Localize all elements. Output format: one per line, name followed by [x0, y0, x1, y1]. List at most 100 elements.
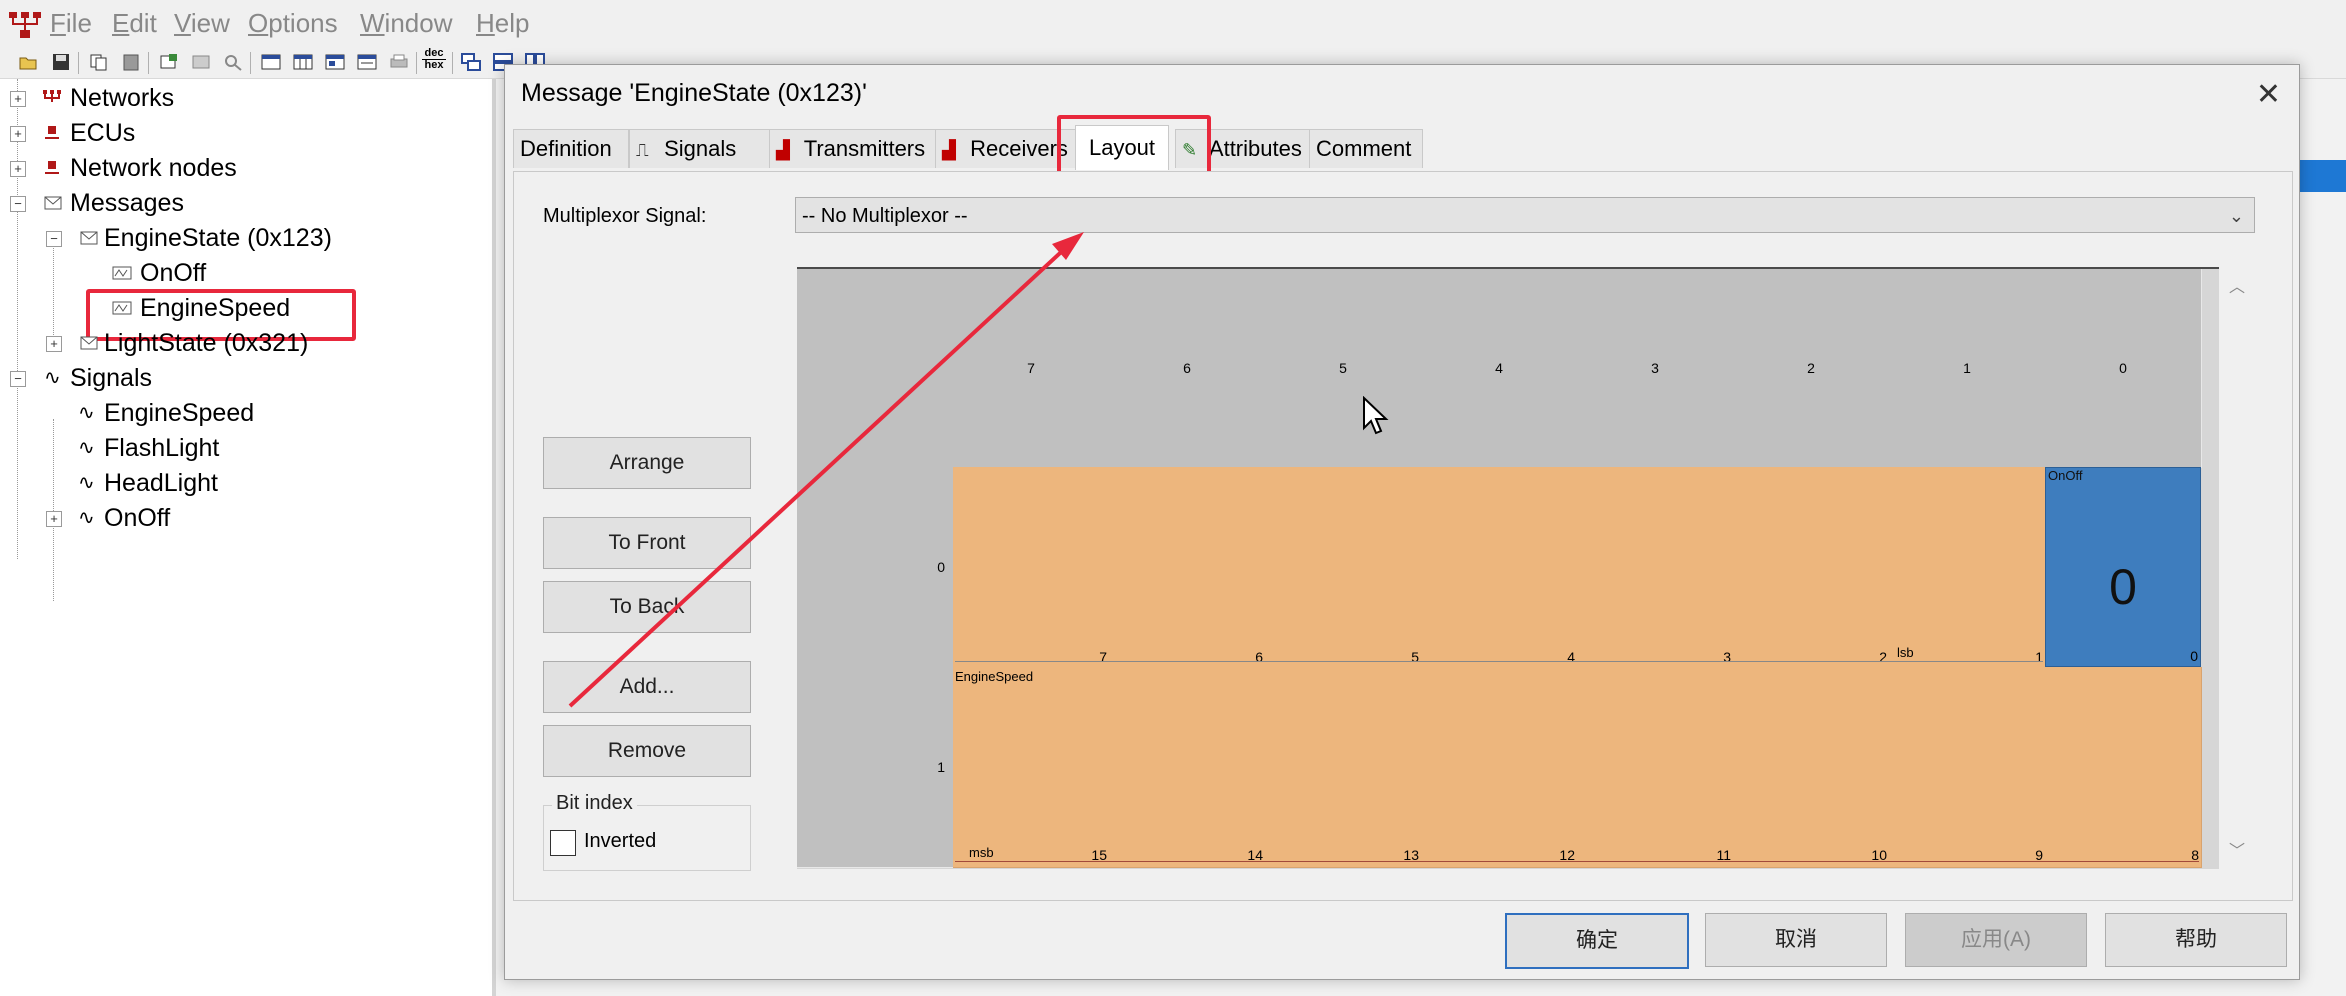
grid-cell[interactable]: 5 [1265, 467, 1422, 668]
open-icon[interactable] [18, 52, 40, 72]
message-dialog: Message 'EngineState (0x123)' ✕ Definiti… [504, 64, 2300, 980]
transmitter-icon: ▟ [776, 140, 790, 160]
signals-tab-icon: ⎍ [636, 140, 649, 160]
multiplexor-select[interactable]: -- No Multiplexor -- ⌄ [795, 197, 2255, 233]
tree-label: HeadLight [104, 469, 218, 497]
onoff-signal-block[interactable]: OnOff 0 0 [2045, 467, 2201, 667]
grid-cell[interactable]: 3 [1577, 467, 1734, 668]
remove-button[interactable]: Remove [543, 725, 751, 777]
col-header: 7 [953, 269, 1110, 468]
col-header: 1 [1889, 269, 2046, 468]
chevron-down-icon[interactable]: ﹀ [2229, 837, 2245, 861]
signal-in-message-icon [112, 301, 132, 315]
bit-index-title: Bit index [552, 792, 637, 815]
arrange-button[interactable]: Arrange [543, 437, 751, 489]
ok-button[interactable]: 确定 [1505, 913, 1689, 969]
inverted-checkbox[interactable] [550, 830, 576, 856]
mouse-cursor-icon [1363, 396, 1389, 435]
expand-icon[interactable]: + [46, 511, 62, 527]
tab-signals[interactable]: ⎍ Signals [629, 129, 785, 168]
grid-cell[interactable]: 11 [1577, 667, 1734, 868]
tab-definition[interactable]: Definition [513, 129, 629, 168]
tree-label: Networks [70, 84, 175, 112]
enginespeed-signal-label: EngineSpeed [955, 669, 1034, 684]
grid-cell[interactable]: 14 [1109, 667, 1266, 868]
add-button[interactable]: Add... [543, 661, 751, 713]
tree-label: Network nodes [70, 154, 237, 182]
multiplexor-label: Multiplexor Signal: [543, 205, 707, 227]
col-header: 3 [1577, 269, 1734, 468]
tab-comment[interactable]: Comment [1309, 129, 1423, 168]
network-node-icon [45, 161, 59, 174]
signal-in-message-icon [112, 266, 132, 280]
menu-file[interactable]: File [50, 8, 92, 39]
tree-label: FlashLight [104, 434, 220, 462]
row-header: 1 [797, 667, 954, 868]
menu-options[interactable]: Options [248, 8, 338, 39]
dec-hex-icon[interactable]: dec hex [422, 48, 446, 71]
window-icon[interactable] [324, 52, 346, 72]
grid-cell[interactable]: 6 [1109, 467, 1266, 668]
copy-icon[interactable] [88, 52, 110, 72]
tree-label: OnOff [140, 259, 207, 287]
table-icon[interactable] [260, 52, 282, 72]
bit-index-group: Bit index Inverted [543, 792, 751, 871]
grid-cell[interactable]: 7 [953, 467, 1110, 668]
message-icon [44, 196, 62, 210]
grid-cell[interactable]: 15 [953, 667, 1110, 868]
signal-wave-icon: ∿ [78, 507, 95, 529]
grid-cell[interactable]: 8 [2045, 667, 2202, 868]
col-header: 4 [1421, 269, 1578, 468]
enginespeed-span-line [955, 861, 2199, 862]
menu-window[interactable]: Window [360, 8, 452, 39]
apply-button[interactable]: 应用(A) [1905, 913, 2087, 967]
properties-icon[interactable] [158, 52, 180, 72]
to-front-button[interactable]: To Front [543, 517, 751, 569]
expand-icon[interactable]: + [10, 126, 26, 142]
menu-help[interactable]: Help [476, 8, 529, 39]
paste-icon[interactable] [120, 52, 142, 72]
expand-icon[interactable]: + [46, 336, 62, 352]
window-alt-icon[interactable] [356, 52, 378, 72]
enginespeed-span-line [955, 661, 2043, 662]
chevron-down-icon: ⌄ [2228, 206, 2244, 226]
grid-scrollbar[interactable]: ︿ ﹀ [2221, 269, 2251, 865]
grid-cell[interactable]: 1 [1889, 467, 2046, 668]
tree-label: Messages [70, 189, 184, 217]
save-icon[interactable] [50, 52, 72, 72]
tree-label: EngineState (0x123) [104, 224, 332, 252]
expand-icon[interactable]: + [10, 91, 26, 107]
grid-cell[interactable]: 4 [1421, 467, 1578, 668]
print-icon[interactable] [388, 52, 410, 72]
to-back-button[interactable]: To Back [543, 581, 751, 633]
grid-cell[interactable]: 9 [1889, 667, 2046, 868]
collapse-icon[interactable]: − [10, 371, 26, 387]
cancel-button[interactable]: 取消 [1705, 913, 1887, 967]
grid-cell[interactable]: 12 [1421, 667, 1578, 868]
signal-wave-icon: ∿ [78, 472, 95, 494]
grid-icon[interactable] [190, 52, 212, 72]
msb-label: msb [969, 845, 994, 860]
help-button[interactable]: 帮助 [2105, 913, 2287, 967]
close-icon[interactable]: ✕ [2256, 77, 2281, 112]
collapse-icon[interactable]: − [46, 231, 62, 247]
onoff-signal-value: 0 [2109, 559, 2137, 615]
col-header: 2 [1733, 269, 1890, 468]
columns-icon[interactable] [292, 52, 314, 72]
expand-icon[interactable]: + [10, 161, 26, 177]
tree-label: OnOff [104, 504, 171, 532]
grid-cell[interactable]: 10 [1733, 667, 1890, 868]
tab-transmitters[interactable]: ▟ Transmitters [769, 129, 963, 168]
grid-cell[interactable]: 2 [1733, 467, 1890, 668]
cascade-icon[interactable] [460, 52, 482, 72]
layout-grid[interactable]: 7 6 5 4 3 2 1 0 0 1 7 6 5 4 3 2 1 OnOff … [797, 267, 2219, 869]
chevron-up-icon[interactable]: ︿ [2229, 273, 2245, 297]
collapse-icon[interactable]: − [10, 196, 26, 212]
menu-edit[interactable]: Edit [112, 8, 157, 39]
tree-label: LightState (0x321) [104, 329, 309, 357]
message-icon [80, 231, 98, 245]
menu-view[interactable]: View [174, 8, 230, 39]
grid-cell[interactable]: 13 [1265, 667, 1422, 868]
find-icon[interactable] [222, 52, 244, 72]
lsb-label: lsb [1897, 645, 1914, 660]
